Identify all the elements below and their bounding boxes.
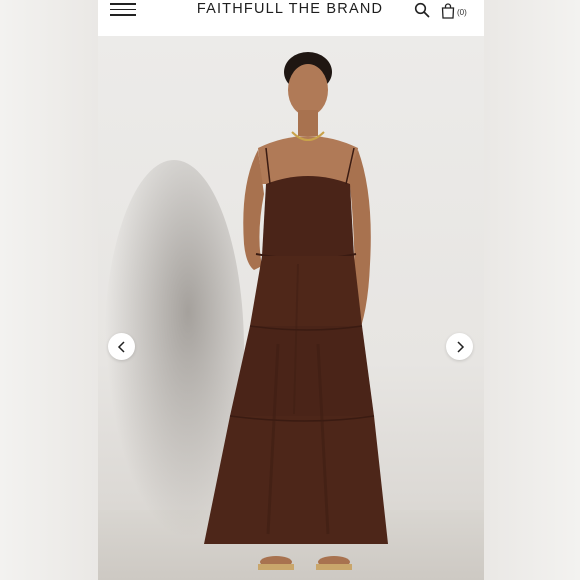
next-image-button[interactable] bbox=[446, 333, 473, 360]
product-image[interactable] bbox=[98, 36, 484, 580]
site-header: FAITHFULL THE BRAND (0) bbox=[98, 0, 484, 34]
chevron-left-icon bbox=[117, 340, 125, 353]
cart-count[interactable]: (0) bbox=[457, 8, 467, 17]
shopping-bag-icon[interactable] bbox=[441, 3, 455, 19]
right-backdrop bbox=[484, 0, 580, 580]
left-backdrop bbox=[0, 0, 98, 580]
search-icon[interactable] bbox=[414, 2, 430, 18]
previous-image-button[interactable] bbox=[108, 333, 135, 360]
brand-logo[interactable]: FAITHFULL THE BRAND bbox=[190, 1, 390, 17]
hamburger-menu-icon[interactable] bbox=[110, 3, 136, 17]
chevron-right-icon bbox=[456, 340, 464, 353]
mobile-page: FAITHFULL THE BRAND (0) bbox=[98, 0, 484, 580]
model-in-brown-dress bbox=[204, 52, 388, 570]
